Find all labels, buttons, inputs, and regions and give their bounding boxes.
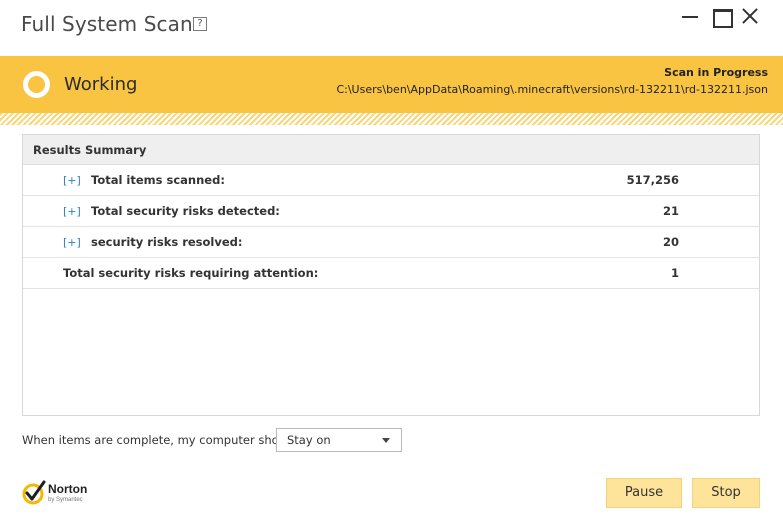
status-label: Working (64, 74, 138, 95)
row-label: Total security risks detected: (91, 204, 280, 218)
progress-stripe (0, 113, 783, 125)
table-row: Total security risks requiring attention… (23, 258, 759, 289)
status-banner: Working Scan in Progress C:\Users\ben\Ap… (0, 56, 783, 113)
row-label: Total items scanned: (91, 173, 225, 187)
table-row: [+] security risks resolved: 20 (23, 227, 759, 258)
expand-toggle[interactable]: [+] (63, 196, 81, 227)
chevron-down-icon (382, 438, 390, 443)
row-label: security risks resolved: (91, 235, 243, 249)
completion-prompt: When items are complete, my computer sho… (22, 433, 297, 447)
close-icon[interactable] (738, 5, 762, 27)
scan-status-heading: Scan in Progress (664, 66, 768, 79)
expand-toggle[interactable]: [+] (63, 227, 81, 258)
results-summary-panel: Results Summary [+] Total items scanned:… (22, 134, 760, 416)
norton-check-icon (22, 480, 46, 505)
row-value: 1 (670, 266, 679, 280)
selected-option: Stay on (287, 433, 331, 447)
norton-logo: Norton by Symantec (22, 480, 92, 510)
maximize-icon[interactable] (709, 5, 733, 28)
progress-ring-icon (23, 71, 50, 98)
minimize-icon[interactable] (678, 5, 702, 27)
brand-name: Norton (48, 482, 88, 496)
row-value: 20 (662, 235, 679, 249)
completion-action-select[interactable]: Stay on (276, 428, 402, 452)
brand-subtitle: by Symantec (48, 497, 83, 503)
results-summary-header: Results Summary (23, 135, 759, 165)
table-row: [+] Total security risks detected: 21 (23, 196, 759, 227)
row-label: Total security risks requiring attention… (63, 266, 319, 280)
stop-button[interactable]: Stop (692, 478, 760, 508)
help-icon[interactable]: ? (193, 17, 207, 31)
pause-button[interactable]: Pause (606, 478, 682, 508)
table-row: [+] Total items scanned: 517,256 (23, 165, 759, 196)
row-value: 21 (662, 204, 679, 218)
title-bar: Full System Scan ? (0, 0, 783, 56)
current-file-path: C:\Users\ben\AppData\Roaming\.minecraft\… (336, 83, 768, 96)
expand-toggle[interactable]: [+] (63, 165, 81, 196)
window-title: Full System Scan (21, 12, 193, 36)
row-value: 517,256 (626, 173, 679, 187)
